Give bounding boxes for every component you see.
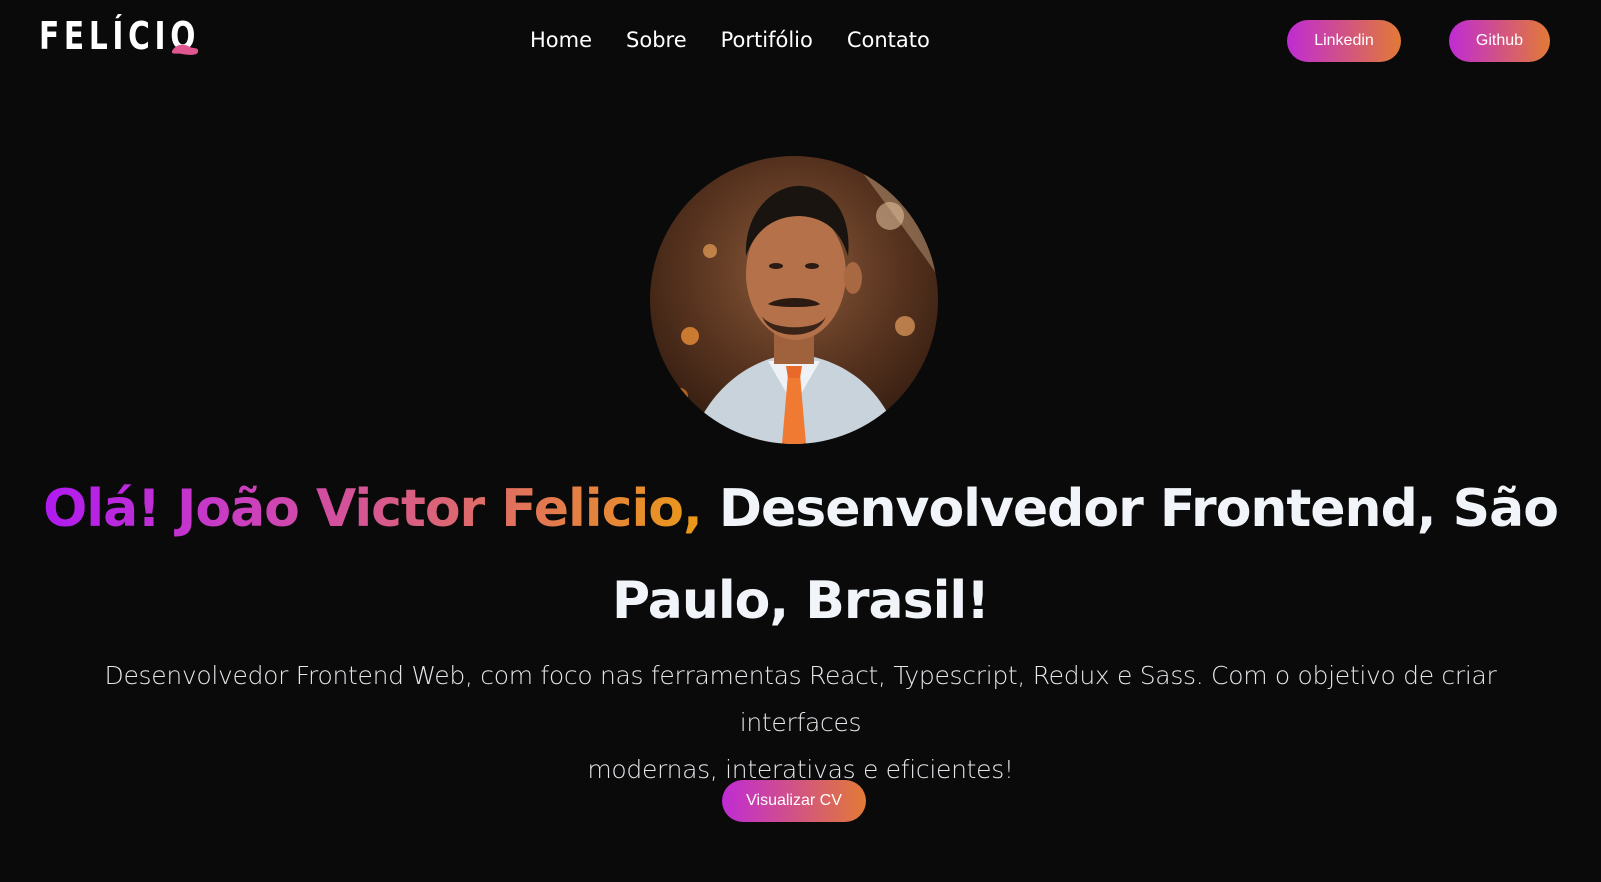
- logo-accent-icon: [171, 44, 199, 55]
- nav-portfolio[interactable]: Portifólio: [721, 26, 813, 54]
- nav-contato[interactable]: Contato: [847, 26, 930, 54]
- avatar: [650, 156, 938, 444]
- hero-description: Desenvolvedor Frontend Web, com foco nas…: [40, 652, 1561, 793]
- nav-home[interactable]: Home: [530, 26, 592, 54]
- github-button[interactable]: Github: [1449, 20, 1550, 62]
- hero-headline: Olá! João Victor Felicio, Desenvolvedor …: [40, 463, 1561, 647]
- nav-sobre[interactable]: Sobre: [626, 26, 687, 54]
- headline-role: Desenvolvedor Frontend, São: [718, 479, 1559, 539]
- site-header: FELÍCIO Home Sobre Portifólio Contato Li…: [0, 0, 1601, 82]
- headline-location: Paulo, Brasil!: [612, 571, 990, 631]
- view-cv-button[interactable]: Visualizar CV: [722, 780, 866, 822]
- page: FELÍCIO Home Sobre Portifólio Contato Li…: [0, 0, 1601, 882]
- headline-name: Olá! João Victor Felicio,: [43, 479, 703, 539]
- main-nav: Home Sobre Portifólio Contato: [530, 26, 964, 54]
- linkedin-button[interactable]: Linkedin: [1287, 20, 1401, 62]
- description-line-1: Desenvolvedor Frontend Web, com foco nas…: [104, 661, 1497, 737]
